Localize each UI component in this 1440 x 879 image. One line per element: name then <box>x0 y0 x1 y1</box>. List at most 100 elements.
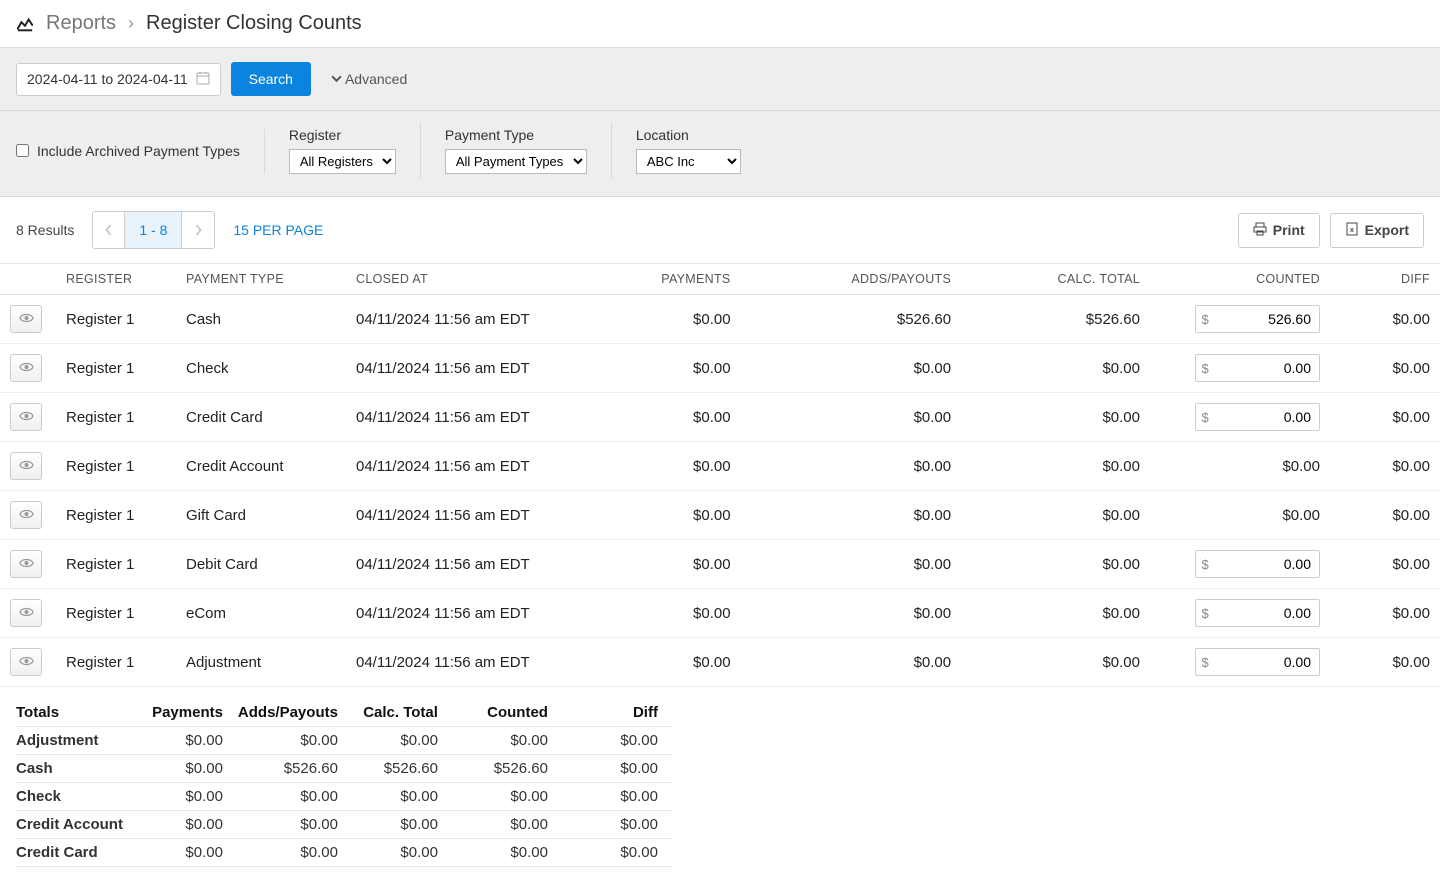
results-count: 8 Results <box>16 222 74 238</box>
view-row-button[interactable] <box>10 354 42 382</box>
pager-prev[interactable] <box>93 212 125 248</box>
totals-counted: $526.60 <box>452 755 562 783</box>
pager-current: 1 - 8 <box>125 212 182 248</box>
cell-payment-type: Debit Card <box>176 540 346 589</box>
search-button[interactable]: Search <box>231 62 311 96</box>
counted-input[interactable] <box>1214 404 1319 430</box>
totals-row-label: Credit Card <box>16 839 137 867</box>
cell-register: Register 1 <box>56 442 176 491</box>
totals-row: Check$0.00$0.00$0.00$0.00$0.00 <box>16 783 672 811</box>
totals-row: Cash$0.00$526.60$526.60$526.60$0.00 <box>16 755 672 783</box>
counted-input-wrap: $ <box>1195 354 1320 382</box>
totals-row-label: Check <box>16 783 137 811</box>
totals-payments: $0.00 <box>137 839 237 867</box>
cell-adds-payouts: $0.00 <box>741 393 962 442</box>
currency-prefix: $ <box>1196 551 1214 577</box>
totals-row-label: Adjustment <box>16 727 137 755</box>
include-archived-checkbox[interactable] <box>16 144 29 157</box>
cell-closed-at: 04/11/2024 11:56 am EDT <box>346 540 576 589</box>
cell-diff: $0.00 <box>1330 589 1440 638</box>
view-row-button[interactable] <box>10 305 42 333</box>
cell-payments: $0.00 <box>576 540 741 589</box>
pager-next[interactable] <box>182 212 214 248</box>
totals-payments: $0.00 <box>137 783 237 811</box>
cell-register: Register 1 <box>56 540 176 589</box>
totals-adds: $0.00 <box>237 811 352 839</box>
cell-calc-total: $0.00 <box>961 589 1150 638</box>
totals-adds: $0.00 <box>237 839 352 867</box>
cell-payment-type: Credit Card <box>176 393 346 442</box>
totals-counted: $0.00 <box>452 839 562 867</box>
cell-payment-type: Check <box>176 344 346 393</box>
cell-closed-at: 04/11/2024 11:56 am EDT <box>346 638 576 687</box>
logo-icon <box>16 15 34 33</box>
cell-diff: $0.00 <box>1330 344 1440 393</box>
view-row-button[interactable] <box>10 550 42 578</box>
view-row-button[interactable] <box>10 403 42 431</box>
export-button[interactable]: x Export <box>1330 213 1424 248</box>
table-row: Register 1Check04/11/2024 11:56 am EDT$0… <box>0 344 1440 393</box>
eye-icon <box>19 360 34 377</box>
cell-diff: $0.00 <box>1330 638 1440 687</box>
cell-diff: $0.00 <box>1330 393 1440 442</box>
page-header: Reports › Register Closing Counts <box>0 0 1440 48</box>
cell-calc-total: $0.00 <box>961 491 1150 540</box>
currency-prefix: $ <box>1196 600 1214 626</box>
cell-closed-at: 04/11/2024 11:56 am EDT <box>346 295 576 344</box>
payment-type-select[interactable]: All Payment Types <box>445 149 587 174</box>
cell-register: Register 1 <box>56 589 176 638</box>
view-row-button[interactable] <box>10 599 42 627</box>
view-row-button[interactable] <box>10 501 42 529</box>
date-range-input[interactable]: 2024-04-11 to 2024-04-11 <box>16 63 221 96</box>
counted-input-wrap: $ <box>1195 403 1320 431</box>
totals-adds: $526.60 <box>237 755 352 783</box>
page-title: Register Closing Counts <box>146 12 362 35</box>
view-row-button[interactable] <box>10 648 42 676</box>
counted-input[interactable] <box>1214 600 1319 626</box>
counted-input[interactable] <box>1214 306 1319 332</box>
register-filter-label: Register <box>289 127 396 143</box>
date-range-text: 2024-04-11 to 2024-04-11 <box>27 71 188 87</box>
chevron-down-icon <box>331 71 342 87</box>
search-bar: 2024-04-11 to 2024-04-11 Search Advanced <box>0 48 1440 111</box>
breadcrumb-reports[interactable]: Reports <box>46 12 116 35</box>
totals-diff: $0.00 <box>562 839 672 867</box>
totals-th-calc: Calc. Total <box>352 699 452 727</box>
results-bar: 8 Results 1 - 8 15 PER PAGE Print x Expo… <box>0 197 1440 264</box>
cell-closed-at: 04/11/2024 11:56 am EDT <box>346 393 576 442</box>
counted-input[interactable] <box>1214 649 1319 675</box>
eye-icon <box>19 556 34 573</box>
cell-adds-payouts: $0.00 <box>741 540 962 589</box>
totals-calc: $0.00 <box>352 839 452 867</box>
cell-register: Register 1 <box>56 638 176 687</box>
totals-counted: $0.00 <box>452 727 562 755</box>
counted-input-wrap: $ <box>1195 305 1320 333</box>
register-select[interactable]: All Registers <box>289 149 396 174</box>
counted-input[interactable] <box>1214 355 1319 381</box>
cell-diff: $0.00 <box>1330 491 1440 540</box>
cell-closed-at: 04/11/2024 11:56 am EDT <box>346 344 576 393</box>
closing-counts-table: REGISTER PAYMENT TYPE CLOSED AT PAYMENTS… <box>0 264 1440 687</box>
totals-counted: $0.00 <box>452 811 562 839</box>
cell-payments: $0.00 <box>576 295 741 344</box>
view-row-button[interactable] <box>10 452 42 480</box>
cell-payments: $0.00 <box>576 393 741 442</box>
cell-calc-total: $526.60 <box>961 295 1150 344</box>
totals-diff: $0.00 <box>562 727 672 755</box>
cell-payments: $0.00 <box>576 638 741 687</box>
cell-payment-type: Credit Account <box>176 442 346 491</box>
counted-input[interactable] <box>1214 551 1319 577</box>
totals-payments: $0.00 <box>137 727 237 755</box>
cell-register: Register 1 <box>56 491 176 540</box>
totals-payments: $0.00 <box>137 811 237 839</box>
location-select[interactable]: ABC Inc <box>636 149 741 174</box>
cell-counted: $0.00 <box>1150 491 1330 540</box>
per-page-link[interactable]: 15 PER PAGE <box>233 222 323 238</box>
advanced-toggle[interactable]: Advanced <box>331 71 407 87</box>
cell-calc-total: $0.00 <box>961 344 1150 393</box>
print-button[interactable]: Print <box>1238 213 1320 248</box>
cell-payments: $0.00 <box>576 589 741 638</box>
cell-payments: $0.00 <box>576 491 741 540</box>
cell-payment-type: eCom <box>176 589 346 638</box>
calendar-icon <box>196 71 210 88</box>
